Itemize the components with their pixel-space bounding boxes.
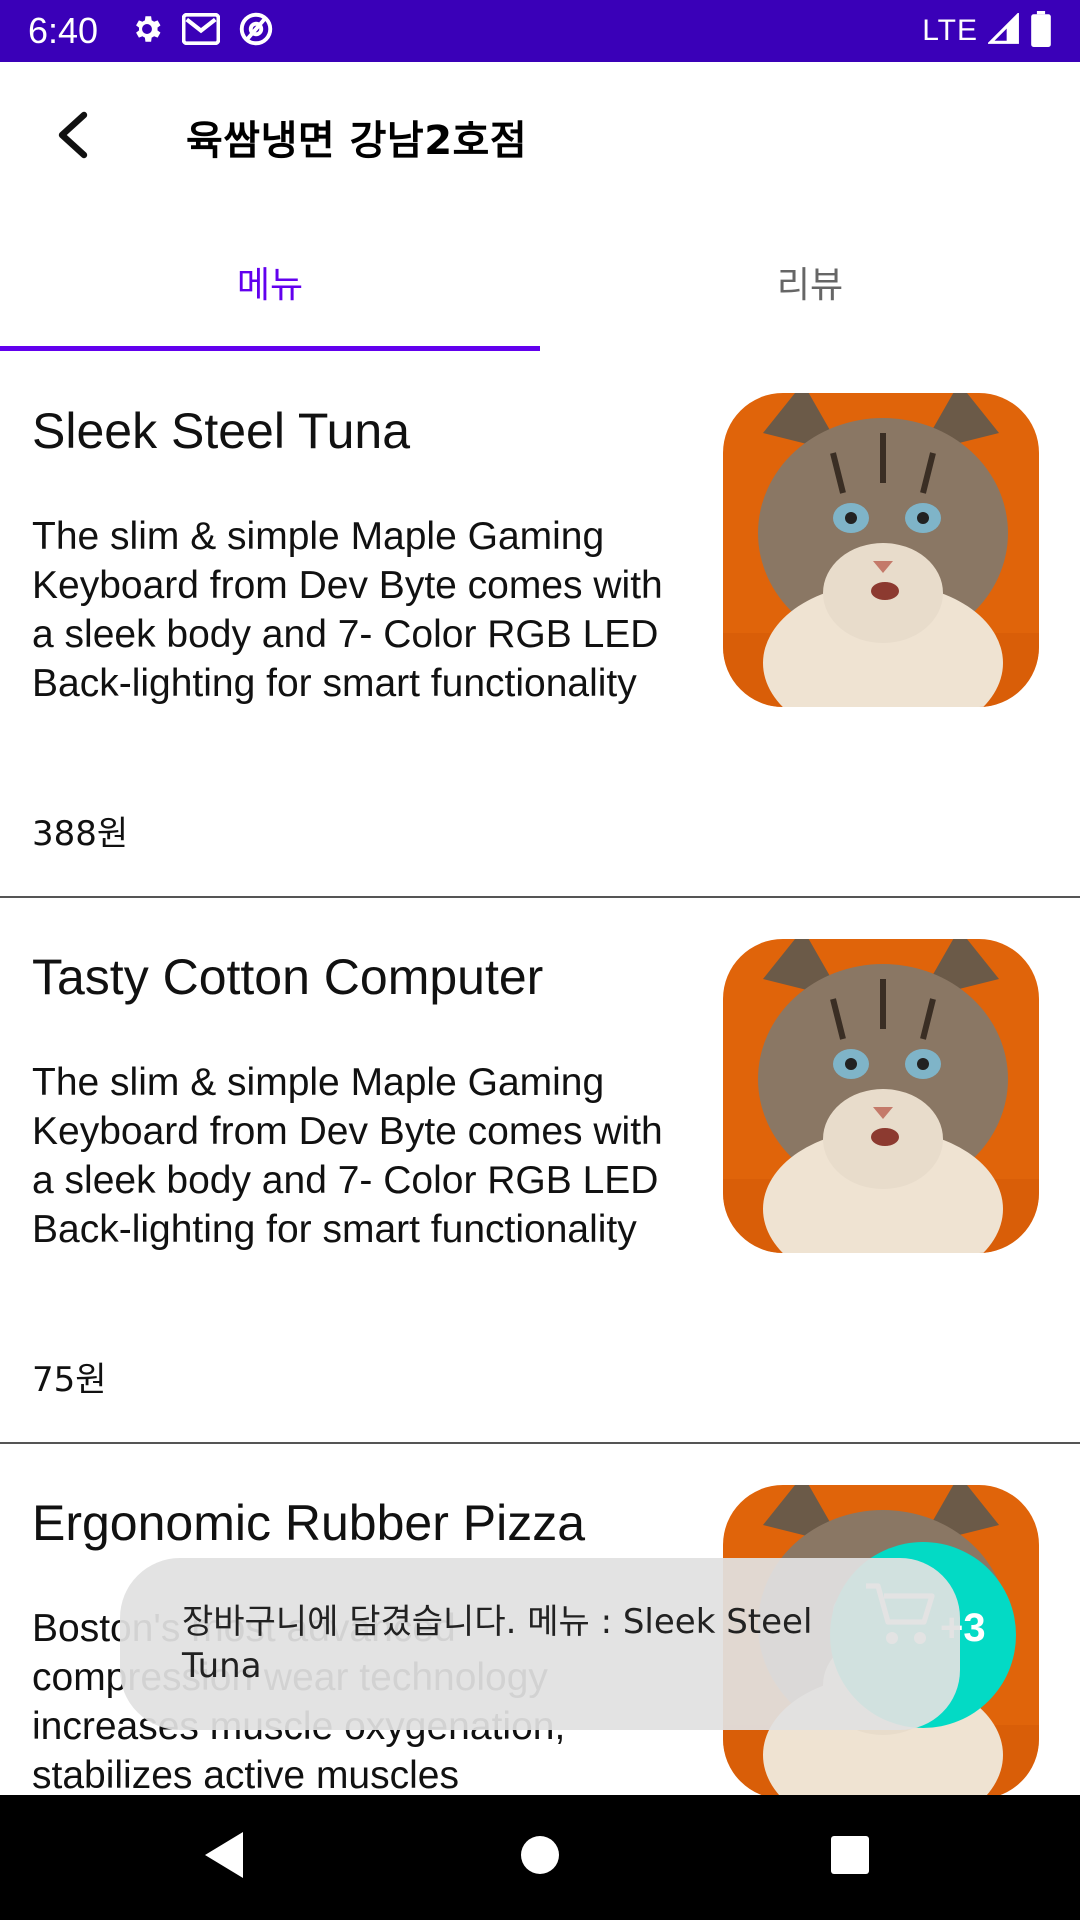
status-system-icons: LTE	[922, 10, 1052, 52]
menu-item-name: Tasty Cotton Computer	[32, 949, 544, 1005]
snackbar: 장바구니에 담겼습니다. 메뉴 : Sleek Steel Tuna	[120, 1558, 960, 1730]
nav-home-button[interactable]	[508, 1825, 572, 1889]
menu-item-image	[723, 939, 1039, 1253]
status-time: 6:40	[28, 10, 99, 51]
nav-recents-button[interactable]	[818, 1825, 882, 1889]
menu-item-description: The slim & simple Maple Gaming Keyboard …	[32, 1061, 663, 1251]
signal-icon	[986, 11, 1020, 50]
menu-item-price: 75원	[32, 1360, 107, 1400]
tab-reviews[interactable]: 리뷰	[540, 212, 1080, 352]
snackbar-message: 장바구니에 담겼습니다. 메뉴 : Sleek Steel Tuna	[182, 1602, 813, 1686]
battery-icon	[1030, 10, 1052, 52]
app-screen: 6:40 LTE 육쌈냉면 강남2호점 메뉴 리뷰 Sleek Steel Tu…	[0, 0, 1080, 1920]
back-triangle-icon	[201, 1830, 247, 1885]
tab-indicator	[0, 346, 540, 351]
nav-back-button[interactable]	[192, 1825, 256, 1889]
tab-menu[interactable]: 메뉴	[0, 212, 540, 352]
system-nav-bar	[0, 1795, 1080, 1920]
menu-item-description: The slim & simple Maple Gaming Keyboard …	[32, 515, 663, 705]
status-notification-icons	[130, 11, 274, 52]
page-title: 육쌈냉면 강남2호점	[186, 118, 528, 164]
settings-icon	[130, 12, 164, 51]
network-type: LTE	[922, 14, 978, 47]
status-bar: 6:40 LTE	[0, 0, 1080, 62]
back-button[interactable]	[24, 87, 124, 187]
home-circle-icon	[519, 1834, 561, 1881]
menu-item-image	[723, 393, 1039, 707]
tab-bar: 메뉴 리뷰	[0, 212, 1080, 352]
gmail-icon	[181, 12, 221, 50]
app-toolbar: 육쌈냉면 강남2호점	[0, 62, 1080, 212]
recents-square-icon	[830, 1835, 870, 1880]
menu-item[interactable]: Sleek Steel Tuna The slim & simple Maple…	[0, 352, 1080, 898]
menu-item-name: Ergonomic Rubber Pizza	[32, 1495, 586, 1551]
at-sign-icon	[238, 11, 274, 52]
menu-item[interactable]: Tasty Cotton Computer The slim & simple …	[0, 898, 1080, 1444]
menu-item-price: 388원	[32, 814, 129, 854]
chevron-left-icon	[54, 111, 94, 164]
menu-item-name: Sleek Steel Tuna	[32, 403, 411, 459]
